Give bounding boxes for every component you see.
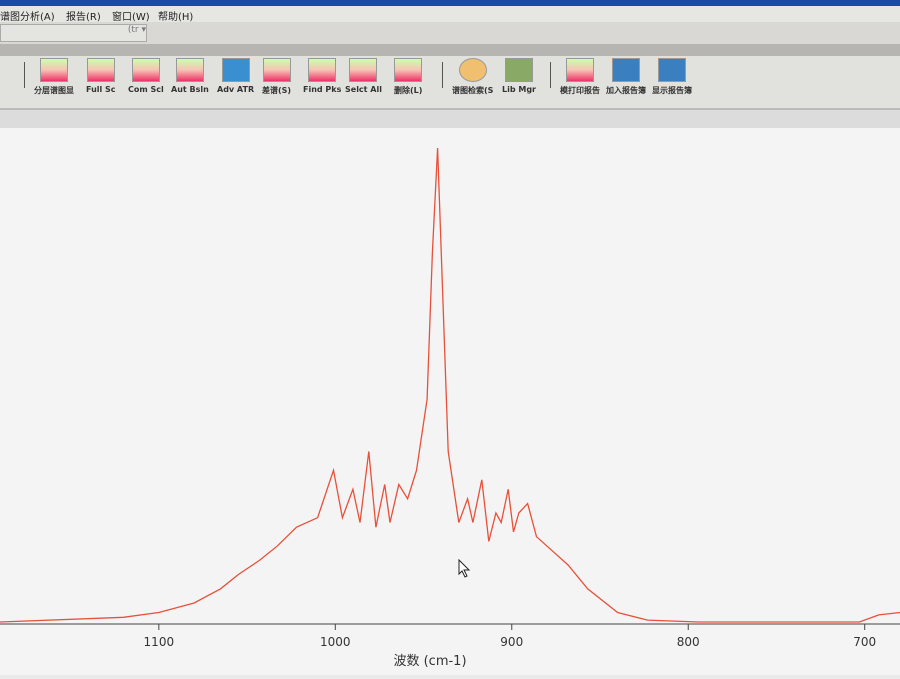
x-tick-label: 1100 bbox=[144, 635, 175, 649]
full-scale-button[interactable]: Full Sc bbox=[86, 58, 116, 94]
separator bbox=[442, 62, 443, 88]
auto-baseline-button[interactable]: Aut Bsln bbox=[171, 58, 209, 94]
label: Selct All bbox=[345, 85, 382, 94]
label: Adv ATR bbox=[217, 85, 255, 94]
spectrum-select[interactable]: (tr ▾ bbox=[0, 24, 147, 42]
delete-button[interactable]: 删除(L) bbox=[394, 58, 422, 96]
library-manager-button[interactable]: Lib Mgr bbox=[502, 58, 536, 94]
toolbar: 分层谱图显 Full Sc Com Scl Aut Bsln Adv ATR 差… bbox=[0, 56, 900, 110]
adv-atr-icon bbox=[221, 58, 250, 82]
find-peaks-button[interactable]: Find Pks bbox=[303, 58, 341, 94]
spectrum-search-button[interactable]: 谱图检索(S bbox=[452, 58, 493, 96]
spectrum-line bbox=[0, 147, 900, 623]
window-divider bbox=[0, 110, 900, 128]
label: 分层谱图显 bbox=[34, 86, 74, 95]
full-scale-icon bbox=[86, 58, 115, 82]
label: Aut Bsln bbox=[171, 85, 209, 94]
label: Com Scl bbox=[128, 85, 164, 94]
stack-spectra-icon bbox=[40, 58, 68, 82]
adv-atr-button[interactable]: Adv ATR bbox=[217, 58, 254, 94]
spectrum-tab-strip bbox=[0, 44, 900, 56]
notebook-icon bbox=[658, 58, 686, 82]
auto-baseline-icon bbox=[175, 58, 204, 82]
select-all-button[interactable]: Selct All bbox=[345, 58, 382, 94]
select-all-icon bbox=[349, 58, 378, 82]
label: 显示报告簿 bbox=[652, 86, 692, 95]
delete-icon bbox=[394, 58, 423, 82]
label: 谱图检索(S bbox=[452, 86, 494, 95]
menu-bar: 谱图分析(A) 报告(R) 窗口(W) 帮助(H) bbox=[0, 6, 900, 23]
label: Find Pks bbox=[303, 85, 342, 94]
print-report-button[interactable]: 模打印报告 bbox=[560, 58, 600, 96]
stack-spectra-button[interactable]: 分层谱图显 bbox=[34, 58, 74, 96]
spectrum-chart: 1100 1000 900 800 700 波数 (cm-1) bbox=[0, 147, 900, 669]
magnifier-icon bbox=[458, 58, 487, 82]
label: 删除(L) bbox=[394, 86, 423, 95]
subtract-button[interactable]: 差谱(S) bbox=[262, 58, 291, 96]
x-tick-label: 700 bbox=[853, 635, 876, 649]
menu-help[interactable]: 帮助(H) bbox=[158, 8, 193, 23]
x-tick-label: 800 bbox=[677, 635, 700, 649]
label: Full Sc bbox=[86, 85, 116, 94]
mouse-cursor-icon bbox=[458, 558, 471, 578]
label: 加入报告簿 bbox=[606, 86, 646, 95]
x-tick-label: 900 bbox=[500, 635, 523, 649]
printer-icon bbox=[566, 58, 594, 82]
common-scale-icon bbox=[131, 58, 160, 82]
separator bbox=[24, 62, 25, 88]
spectrum-select-value: (tr bbox=[127, 25, 139, 35]
x-axis-label: 波数 (cm-1) bbox=[393, 654, 466, 669]
common-scale-button[interactable]: Com Scl bbox=[128, 58, 164, 94]
show-notebook-button[interactable]: 显示报告簿 bbox=[652, 58, 692, 96]
library-icon bbox=[504, 58, 533, 82]
find-peaks-icon bbox=[308, 58, 337, 82]
separator bbox=[550, 62, 551, 88]
label: Lib Mgr bbox=[502, 85, 536, 94]
spectrum-plot[interactable]: 1100 1000 900 800 700 波数 (cm-1) bbox=[0, 128, 900, 675]
menu-window[interactable]: 窗口(W) bbox=[112, 8, 150, 23]
label: 模打印报告 bbox=[560, 86, 600, 95]
menu-spectrum-analysis[interactable]: 谱图分析(A) bbox=[0, 8, 55, 23]
combo-row: (tr ▾ bbox=[0, 22, 900, 44]
notebook-add-icon bbox=[612, 58, 640, 82]
x-tick-label: 1000 bbox=[320, 635, 351, 649]
subtract-icon bbox=[262, 58, 291, 82]
menu-report[interactable]: 报告(R) bbox=[66, 8, 101, 23]
add-to-notebook-button[interactable]: 加入报告簿 bbox=[606, 58, 646, 96]
label: 差谱(S) bbox=[262, 86, 292, 95]
